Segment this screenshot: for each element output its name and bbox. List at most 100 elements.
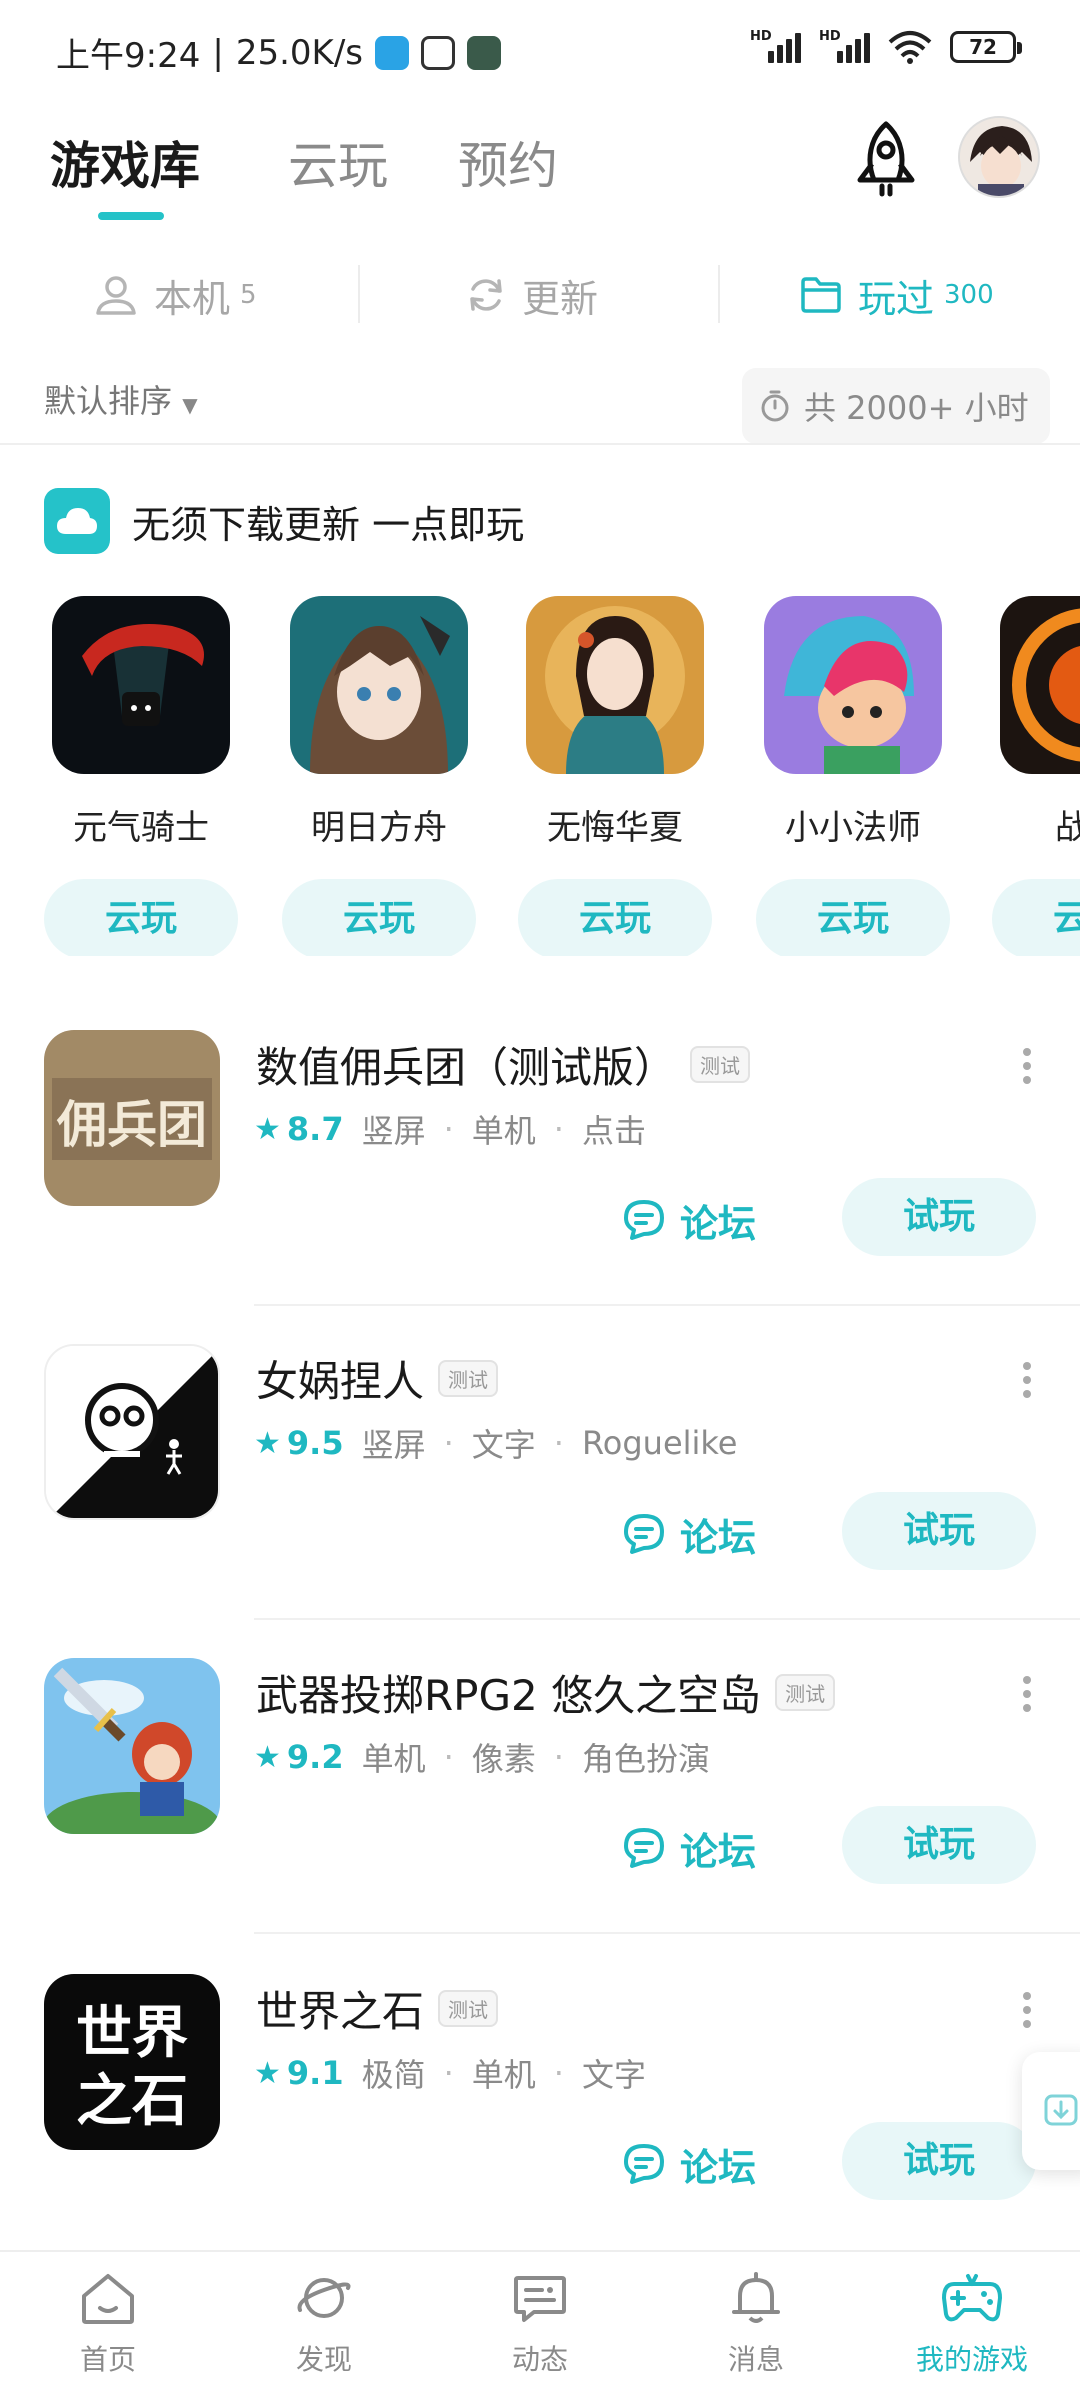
tab-cloud-play[interactable]: 云玩 xyxy=(288,126,388,198)
cloud-game-card[interactable]: 无悔华夏 云玩 xyxy=(518,596,712,956)
game-tag: 极简 xyxy=(361,2056,426,2094)
more-options-icon[interactable] xyxy=(1012,1042,1042,1102)
cloud-section-header: 无须下载更新 一点即玩 xyxy=(44,488,524,554)
game-title: 世界之石 xyxy=(256,1987,425,2036)
dot-separator: · xyxy=(443,1110,454,1148)
subtab-played[interactable]: 玩过 300 xyxy=(800,255,994,335)
game-icon-nuwa[interactable] xyxy=(44,1344,220,1520)
test-badge: 测试 xyxy=(438,1360,499,1397)
try-play-button[interactable]: 试玩 xyxy=(842,1178,1036,1256)
game-title: 武器投掷RPG2 悠久之空岛 xyxy=(256,1671,762,1720)
cloud-game-card[interactable]: 小小法师 云玩 xyxy=(756,596,950,956)
cloud-game-card[interactable]: 元气骑士 云玩 xyxy=(44,596,238,956)
game-icon-mercenary[interactable]: 佣兵团 xyxy=(44,1030,220,1206)
status-speed: 25.0K/s xyxy=(235,32,363,73)
game-icon-arknights[interactable] xyxy=(290,596,468,774)
forum-icon xyxy=(624,1514,664,1554)
cloud-games-carousel[interactable]: 元气骑士 云玩 明日方舟 云玩 无悔华夏 云玩 小小法师 云玩 战 云 xyxy=(0,596,1080,956)
game-icon-wuhui-huaxia[interactable] xyxy=(526,596,704,774)
star-icon: ★ xyxy=(254,1739,281,1775)
game-tag: 文字 xyxy=(581,2056,646,2094)
tab-game-library[interactable]: 游戏库 xyxy=(50,126,200,198)
cloud-game-card[interactable]: 战魂 云玩 xyxy=(992,596,1080,956)
game-list-item[interactable]: 女娲捏人 测试 ★ 9.5 竖屏 · 文字 · Roguelike 论坛 试玩 xyxy=(0,1344,1080,1660)
forum-label: 论坛 xyxy=(680,2145,757,2190)
game-list-item[interactable]: 佣兵团 数值佣兵团（测试版） 测试 ★ 8.7 竖屏 · 单机 · 点击 论坛 … xyxy=(0,1030,1080,1346)
battery-indicator: 72 xyxy=(950,31,1022,63)
forum-button[interactable]: 论坛 xyxy=(622,1494,756,1574)
active-tab-indicator xyxy=(98,212,164,220)
telegram-icon xyxy=(375,35,409,70)
download-icon xyxy=(1044,2094,1078,2126)
subtab-update-label: 更新 xyxy=(522,276,599,321)
nav-my-games[interactable]: 我的游戏 xyxy=(902,2270,1042,2378)
nav-my-games-label: 我的游戏 xyxy=(915,2343,1028,2376)
cloud-play-button[interactable]: 云玩 xyxy=(756,879,950,956)
dot-separator: · xyxy=(553,2054,564,2092)
refresh-icon xyxy=(470,279,502,311)
game-list-item[interactable]: 武器投掷RPG2 悠久之空岛 测试 ★ 9.2 单机 · 像素 · 角色扮演 论… xyxy=(0,1658,1080,1974)
item-divider xyxy=(254,1932,1080,1934)
forum-button[interactable]: 论坛 xyxy=(622,1180,756,1260)
more-options-icon[interactable] xyxy=(1012,1670,1042,1730)
more-options-icon[interactable] xyxy=(1012,1356,1042,1416)
nav-home[interactable]: 首页 xyxy=(38,2270,178,2378)
nav-feed-label: 动态 xyxy=(511,2343,568,2376)
icon-text-line-1: 世界 xyxy=(76,2000,188,2066)
game-icon-weapon-throwing-rpg2[interactable] xyxy=(44,1658,220,1834)
divider xyxy=(718,265,720,323)
cloud-play-button[interactable]: 云玩 xyxy=(518,879,712,956)
nav-messages[interactable]: 消息 xyxy=(686,2270,826,2378)
game-icon-zhanhun[interactable] xyxy=(1000,596,1080,774)
more-options-icon[interactable] xyxy=(1012,1986,1042,2046)
game-tag: 单机 xyxy=(471,1112,536,1150)
rocket-icon[interactable] xyxy=(850,120,922,200)
game-list-item[interactable]: 世界 之石 世界之石 测试 ★ 9.1 极简 · 单机 · 文字 论坛 试玩 xyxy=(0,1974,1080,2290)
try-play-button[interactable]: 试玩 xyxy=(842,1492,1036,1570)
game-tag: 文字 xyxy=(471,1426,536,1464)
game-tag: 点击 xyxy=(581,1112,646,1150)
cloud-play-button[interactable]: 云玩 xyxy=(282,879,476,956)
total-playtime: 共 2000+ 小时 xyxy=(742,368,1050,444)
game-meta: ★ 9.2 单机 · 像素 · 角色扮演 xyxy=(254,1734,710,1780)
forum-label: 论坛 xyxy=(680,1201,757,1246)
nav-discover[interactable]: 发现 xyxy=(254,2270,394,2378)
test-badge: 测试 xyxy=(438,1990,499,2027)
dot-separator: · xyxy=(553,1738,564,1776)
game-title-row: 女娲捏人 测试 xyxy=(256,1348,499,1409)
icon-text-line-2: 之石 xyxy=(76,2068,188,2134)
try-play-button[interactable]: 试玩 xyxy=(842,1806,1036,1884)
game-title: 数值佣兵团（测试版） xyxy=(256,1043,677,1092)
forum-button[interactable]: 论坛 xyxy=(622,2124,756,2204)
game-icon-world-stone[interactable]: 世界 之石 xyxy=(44,1974,220,2150)
game-tag: 单机 xyxy=(471,2056,536,2094)
subtab-local[interactable]: 本机 5 xyxy=(94,255,257,335)
game-icon-soul-knight[interactable] xyxy=(52,596,230,774)
cloud-game-card[interactable]: 明日方舟 云玩 xyxy=(282,596,476,956)
game-title: 女娲捏人 xyxy=(256,1357,425,1406)
status-sep: | xyxy=(212,32,224,73)
forum-button[interactable]: 论坛 xyxy=(622,1808,756,1888)
floating-download-button[interactable] xyxy=(1022,2052,1080,2170)
total-hours-text: 共 2000+ 小时 xyxy=(804,389,1029,427)
sort-dropdown[interactable]: 默认排序 ▼ xyxy=(44,376,198,422)
subtab-local-count: 5 xyxy=(240,280,257,310)
home-icon xyxy=(82,2274,134,2324)
cloud-play-button[interactable]: 云玩 xyxy=(44,879,238,956)
signal-icon-2: HD xyxy=(819,29,870,63)
user-avatar[interactable] xyxy=(958,116,1040,198)
tab-reservation[interactable]: 预约 xyxy=(458,126,558,198)
status-bar: 上午9:24 | 25.0K/s HD HD 72 xyxy=(0,0,1080,100)
forum-icon xyxy=(624,2144,664,2184)
try-play-button[interactable]: 试玩 xyxy=(842,2122,1036,2200)
cloud-play-button[interactable]: 云玩 xyxy=(992,879,1080,956)
game-icon-little-mage[interactable] xyxy=(764,596,942,774)
cloud-icon xyxy=(44,488,110,554)
game-tag: 单机 xyxy=(361,1740,426,1778)
subtab-update[interactable]: 更新 xyxy=(466,255,598,335)
test-badge: 测试 xyxy=(690,1046,751,1083)
nav-feed[interactable]: 动态 xyxy=(470,2270,610,2378)
dot-separator: · xyxy=(553,1110,564,1148)
dot-separator: · xyxy=(443,1738,454,1776)
forum-label: 论坛 xyxy=(680,1515,757,1560)
